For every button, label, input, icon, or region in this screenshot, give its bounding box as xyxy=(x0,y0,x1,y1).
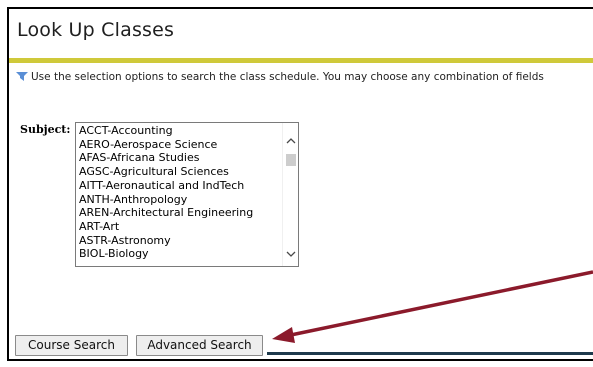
annotation-arrow xyxy=(272,270,593,343)
arrow-shaft xyxy=(285,270,593,338)
arrow-head xyxy=(272,327,295,343)
